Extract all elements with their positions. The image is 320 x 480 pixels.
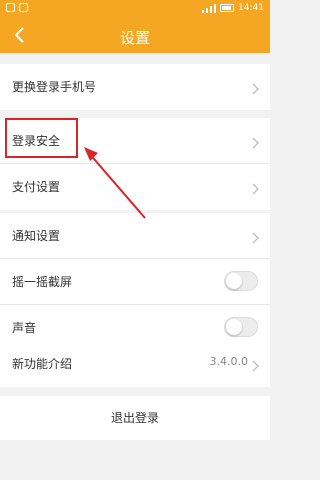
shake-screenshot-toggle[interactable] — [224, 271, 258, 291]
highlight-box — [5, 118, 78, 158]
notification-group: 通知设置 摇一摇截屏 声音 — [0, 213, 270, 351]
toggle-knob — [226, 319, 242, 335]
payment-settings-label: 支付设置 — [12, 180, 61, 194]
app-icon — [19, 3, 28, 12]
title-bar: 设置 — [0, 18, 270, 53]
payment-settings-row[interactable]: 支付设置 — [0, 164, 270, 210]
chevron-right-icon — [252, 180, 260, 195]
logout-label: 退出登录 — [110, 411, 159, 425]
chevron-right-icon — [252, 229, 260, 244]
battery-icon — [220, 4, 235, 12]
toggle-knob — [226, 273, 242, 289]
status-bar: 14:41 — [0, 0, 270, 18]
status-time: 14:41 — [238, 3, 264, 13]
change-phone-label: 更换登录手机号 — [12, 80, 97, 94]
new-features-label: 新功能介绍 — [12, 357, 73, 371]
chevron-right-icon — [252, 80, 260, 95]
sound-toggle[interactable] — [224, 317, 258, 337]
new-features-row[interactable]: 新功能介绍 3.4.0.0 — [0, 341, 270, 387]
change-phone-row[interactable]: 更换登录手机号 — [0, 64, 270, 110]
notification-settings-row[interactable]: 通知设置 — [0, 213, 270, 259]
logout-button[interactable]: 退出登录 — [0, 396, 270, 440]
about-group: 新功能介绍 3.4.0.0 — [0, 341, 270, 387]
account-group: 更换登录手机号 — [0, 64, 270, 110]
chevron-right-icon — [252, 357, 260, 372]
sound-label: 声音 — [12, 321, 37, 335]
shake-screenshot-label: 摇一摇截屏 — [12, 275, 73, 289]
page-title: 设置 — [119, 29, 150, 47]
shake-screenshot-row: 摇一摇截屏 — [0, 259, 270, 305]
notification-icon — [6, 3, 15, 12]
notification-settings-label: 通知设置 — [12, 229, 61, 243]
signal-icon — [202, 3, 217, 13]
chevron-right-icon — [252, 134, 260, 149]
version-text: 3.4.0.0 — [209, 355, 248, 368]
